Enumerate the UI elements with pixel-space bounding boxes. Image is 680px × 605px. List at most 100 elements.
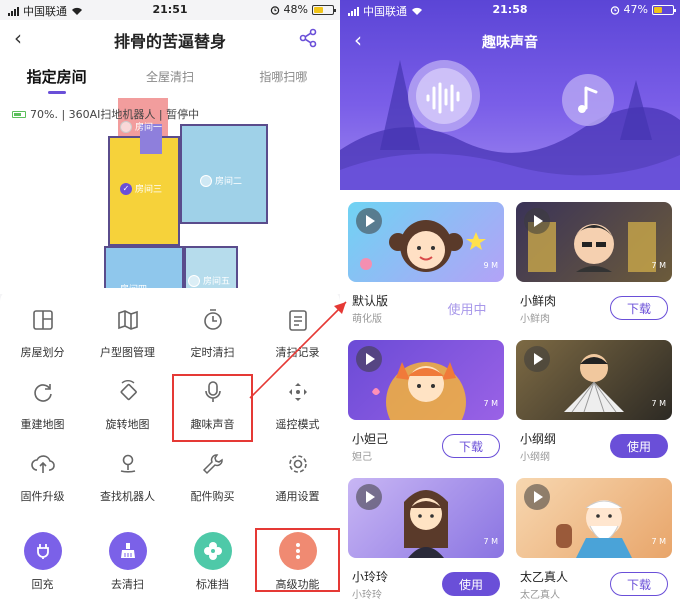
- robot-status-text: 70%. | 360AI扫地机器人 | 暂停中: [30, 108, 200, 121]
- fan-icon: [193, 532, 232, 570]
- room-label-two: 房间二: [200, 174, 242, 187]
- hero-illustration: [340, 60, 680, 190]
- in-use-label: 使用中: [447, 302, 487, 318]
- play-icon[interactable]: [524, 208, 550, 234]
- more-icon: [278, 532, 317, 570]
- go-clean-button[interactable]: 去清扫: [85, 528, 170, 592]
- sound-card-gang[interactable]: 7 M 小纲纲 小纲纲 使用: [516, 340, 672, 463]
- play-icon[interactable]: [524, 346, 550, 372]
- rotate-icon: [120, 380, 137, 401]
- microphone-icon: [204, 381, 221, 402]
- page-title: 排骨的苦逼替身: [113, 32, 226, 51]
- function-grid: 房屋划分 户型图管理 定时清扫 清扫记录 重建地图 旋转地图 趣味声音 遥控模式…: [0, 300, 340, 516]
- upload-icon: [30, 455, 55, 473]
- download-button[interactable]: 下载: [442, 434, 500, 458]
- battery-status: 47%: [610, 3, 676, 16]
- uncheck-icon: [200, 174, 212, 187]
- record-icon: [288, 310, 307, 331]
- uncheck-icon: [188, 274, 200, 287]
- standard-mode-button[interactable]: 标准挡: [170, 528, 255, 592]
- tab-whole-house[interactable]: 全屋清扫: [113, 56, 226, 94]
- sound-name: 小纲纲: [520, 432, 557, 446]
- tab-specified-room[interactable]: 指定房间: [0, 56, 113, 94]
- sound-thumbnail[interactable]: 7 M: [516, 478, 672, 558]
- right-screen: 中国联通 21:58 47% ‹ 趣味声音 9 M 默认版 萌化版 使用中 7 …: [340, 0, 680, 605]
- sound-card-lingling[interactable]: 7 M 小玲玲 小玲玲 使用: [348, 478, 504, 601]
- gear-icon: [288, 455, 307, 473]
- sound-subtitle: 太乙真人: [520, 590, 560, 601]
- battery-status: 48%: [270, 3, 336, 16]
- grid-item-firmware-update[interactable]: 固件升级: [0, 444, 85, 516]
- play-icon[interactable]: [356, 208, 382, 234]
- status-bar: 中国联通 21:58 47%: [340, 0, 680, 20]
- grid-item-buy-parts[interactable]: 配件购买: [170, 444, 255, 516]
- grid-item-timed-clean[interactable]: 定时清扫: [170, 300, 255, 372]
- download-button[interactable]: 下载: [610, 296, 668, 320]
- sound-card-taiyi[interactable]: 7 M 太乙真人 太乙真人 下载: [516, 478, 672, 601]
- broom-icon: [108, 532, 147, 570]
- file-size: 9 M: [483, 261, 498, 270]
- grid-item-remote-mode[interactable]: 遥控模式: [255, 372, 340, 444]
- play-icon[interactable]: [356, 484, 382, 510]
- grid-item-clean-record[interactable]: 清扫记录: [255, 300, 340, 372]
- use-button[interactable]: 使用: [610, 434, 668, 458]
- grid-item-general-settings[interactable]: 通用设置: [255, 444, 340, 516]
- action-bar: 回充 去清扫 标准挡 高级功能: [0, 528, 340, 592]
- battery-percent: 47%: [623, 3, 648, 16]
- grid-item-rebuild-map[interactable]: 重建地图: [0, 372, 85, 444]
- alarm-icon: [610, 5, 619, 15]
- nav-bar: ‹ 排骨的苦逼替身: [0, 20, 340, 56]
- room-label-five: 房间五: [188, 274, 230, 287]
- grid-item-map-manage[interactable]: 户型图管理: [85, 300, 170, 372]
- sound-name: 小鲜肉: [520, 294, 557, 308]
- page-title: 趣味声音: [482, 35, 538, 51]
- sound-thumbnail[interactable]: 7 M: [516, 340, 672, 420]
- sound-subtitle: 小纲纲: [520, 452, 550, 463]
- sound-name: 小玲玲: [352, 570, 389, 584]
- share-icon[interactable]: [298, 28, 318, 48]
- advanced-features-button[interactable]: 高级功能: [255, 528, 340, 592]
- file-size: 7 M: [483, 537, 498, 546]
- status-bar: 中国联通 21:51 48%: [0, 0, 340, 20]
- file-size: 7 M: [651, 537, 666, 546]
- wrench-icon: [202, 454, 223, 475]
- function-panel: 房屋划分 户型图管理 定时清扫 清扫记录 重建地图 旋转地图 趣味声音 遥控模式…: [0, 288, 340, 605]
- left-screen: 中国联通 21:51 48% ‹ 排骨的苦逼替身 指定房间 全屋清扫 指哪扫哪 …: [0, 0, 340, 605]
- sound-thumbnail[interactable]: 9 M: [348, 202, 504, 282]
- sound-thumbnail[interactable]: 7 M: [516, 202, 672, 282]
- sound-thumbnail[interactable]: 7 M: [348, 478, 504, 558]
- use-button[interactable]: 使用: [442, 572, 500, 596]
- sound-subtitle: 萌化版: [352, 314, 382, 325]
- sound-name: 小妲己: [352, 432, 389, 446]
- rebuild-icon: [33, 384, 52, 402]
- locate-icon: [120, 454, 135, 473]
- sound-thumbnail[interactable]: 7 M: [348, 340, 504, 420]
- sound-name: 太乙真人: [520, 570, 569, 584]
- sound-card-default[interactable]: 9 M 默认版 萌化版 使用中: [348, 202, 504, 325]
- sound-hero-banner: 中国联通 21:58 47% ‹ 趣味声音: [340, 0, 680, 190]
- sound-card-young-man[interactable]: 7 M 小鲜肉 小鲜肉 下载: [516, 202, 672, 325]
- floor-map[interactable]: 70%. | 360AI扫地机器人 | 暂停中 房间一 ✓ 房间三 房间二 房间…: [0, 94, 340, 295]
- grid-item-rotate-map[interactable]: 旋转地图: [85, 372, 170, 444]
- file-size: 7 M: [651, 261, 666, 270]
- tab-point-clean[interactable]: 指哪扫哪: [227, 56, 340, 94]
- grid-item-fun-sound[interactable]: 趣味声音: [170, 372, 255, 444]
- uncheck-icon: [120, 120, 132, 133]
- check-icon: ✓: [120, 182, 132, 195]
- remote-icon: [288, 383, 307, 401]
- play-icon[interactable]: [356, 346, 382, 372]
- grid-item-room-split[interactable]: 房屋划分: [0, 300, 85, 372]
- mode-tabs: 指定房间 全屋清扫 指哪扫哪: [0, 56, 340, 94]
- timer-icon: [203, 309, 222, 330]
- sound-name: 默认版: [352, 294, 389, 308]
- sound-subtitle: 妲己: [352, 452, 372, 463]
- sound-card-daji[interactable]: 7 M 小妲己 妲己 下载: [348, 340, 504, 463]
- sound-subtitle: 小鲜肉: [520, 314, 550, 325]
- recharge-button[interactable]: 回充: [0, 528, 85, 592]
- play-icon[interactable]: [524, 484, 550, 510]
- charge-icon: [23, 532, 62, 570]
- grid-item-find-robot[interactable]: 查找机器人: [85, 444, 170, 516]
- download-button[interactable]: 下载: [610, 572, 668, 596]
- battery-icon: [652, 4, 676, 15]
- robot-battery-icon: [12, 110, 26, 118]
